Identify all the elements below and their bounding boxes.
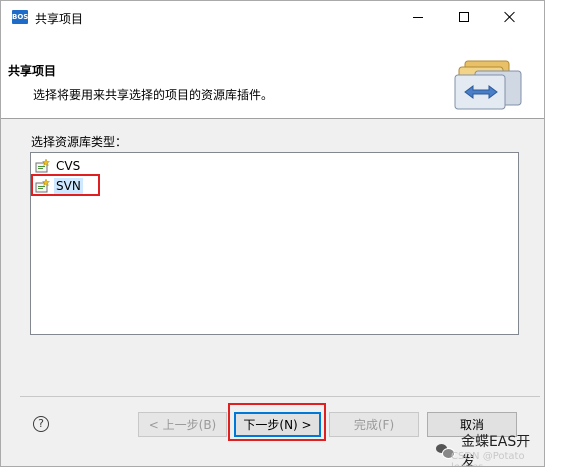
window-title: 共享项目 xyxy=(35,12,84,26)
close-button[interactable] xyxy=(487,1,533,33)
repository-type-label: 选择资源库类型： xyxy=(31,135,128,149)
minimize-icon xyxy=(413,16,423,18)
list-item-svn[interactable]: SVN xyxy=(35,177,83,195)
back-button[interactable]: < 上一步(B) xyxy=(138,412,227,437)
repository-plugin-icon xyxy=(35,179,51,193)
next-button[interactable]: 下一步(N) > xyxy=(234,412,321,437)
share-project-icon xyxy=(454,60,522,110)
wizard-header: 共享项目 选择将要用来共享选择的项目的资源库插件。 xyxy=(1,33,544,119)
maximize-icon xyxy=(459,12,469,22)
minimize-button[interactable] xyxy=(395,1,441,33)
repository-type-list[interactable]: CVS SVN xyxy=(30,152,519,335)
list-item-cvs[interactable]: CVS xyxy=(35,157,82,175)
close-icon xyxy=(504,11,516,23)
app-icon: BOS xyxy=(12,10,28,24)
list-item-label: SVN xyxy=(54,178,83,194)
maximize-button[interactable] xyxy=(441,1,487,33)
share-project-dialog: BOS 共享项目 共享项目 选择将要用来共享选择的项目的资源库插件。 选择资源库… xyxy=(0,0,545,467)
finish-button[interactable]: 完成(F) xyxy=(329,412,419,437)
page-title: 共享项目 xyxy=(8,64,57,78)
repository-plugin-icon xyxy=(35,159,51,173)
page-description: 选择将要用来共享选择的项目的资源库插件。 xyxy=(33,88,274,102)
list-item-label: CVS xyxy=(56,159,81,173)
help-icon[interactable]: ? xyxy=(33,416,49,432)
footer-divider xyxy=(20,396,540,397)
title-bar[interactable]: BOS 共享项目 xyxy=(1,1,544,33)
watermark-subtext: CSDN @Potato leaves xyxy=(451,451,525,466)
